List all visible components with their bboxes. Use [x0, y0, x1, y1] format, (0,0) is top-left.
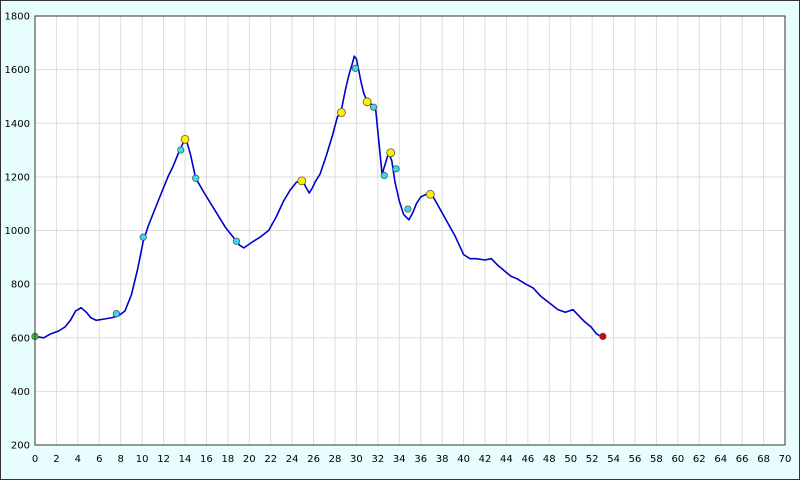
marker-yellow	[337, 108, 346, 117]
marker-cyan	[192, 174, 200, 182]
marker-cyan	[112, 310, 121, 318]
x-tick-label: 60	[671, 454, 684, 465]
marker-cyan	[369, 103, 378, 111]
x-tick-label: 54	[607, 454, 620, 465]
x-tick-label: 34	[393, 454, 406, 465]
x-tick-label: 2	[53, 454, 59, 465]
x-tick-label: 68	[757, 454, 770, 465]
marker-cyan	[380, 171, 388, 180]
x-tick-label: 46	[521, 454, 534, 465]
x-tick-label: 16	[200, 454, 213, 465]
y-tick-label: 1600	[5, 65, 30, 76]
x-tick-label: 48	[543, 454, 556, 465]
x-tick-label: 4	[75, 454, 81, 465]
x-tick-label: 56	[629, 454, 642, 465]
x-tick-label: 66	[736, 454, 749, 465]
x-tick-label: 70	[779, 454, 792, 465]
x-tick-label: 0	[32, 454, 38, 465]
x-tick-label: 36	[414, 454, 427, 465]
y-tick-label: 1200	[5, 172, 30, 183]
x-tick-label: 44	[500, 454, 513, 465]
y-tick-label: 1400	[5, 119, 30, 130]
marker-cyan	[177, 146, 185, 154]
x-tick-label: 52	[586, 454, 599, 465]
x-tick-label: 42	[479, 454, 492, 465]
x-tick-label: 22	[264, 454, 277, 465]
x-tick-label: 18	[221, 454, 234, 465]
marker-cyan	[232, 237, 241, 245]
marker-cyan	[404, 205, 412, 213]
marker-cyan	[139, 233, 147, 241]
x-tick-label: 26	[307, 454, 320, 465]
x-tick-label: 38	[436, 454, 449, 465]
x-tick-label: 28	[329, 454, 342, 465]
y-tick-label: 600	[11, 333, 30, 344]
marker-yellow	[386, 148, 396, 158]
x-tick-label: 12	[157, 454, 170, 465]
marker-yellow	[180, 134, 190, 144]
x-tick-label: 62	[693, 454, 706, 465]
x-tick-label: 58	[650, 454, 663, 465]
x-tick-label: 30	[350, 454, 363, 465]
y-tick-label: 200	[11, 441, 30, 452]
x-tick-label: 10	[136, 454, 149, 465]
y-tick-label: 400	[11, 387, 30, 398]
x-tick-label: 20	[243, 454, 256, 465]
y-tick-label: 1000	[5, 226, 30, 237]
marker-cyan	[351, 64, 359, 72]
x-tick-label: 14	[179, 454, 192, 465]
x-tick-label: 24	[286, 454, 299, 465]
x-tick-label: 64	[714, 454, 727, 465]
x-tick-label: 6	[96, 454, 102, 465]
y-tick-label: 800	[11, 280, 30, 291]
marker-yellow	[425, 189, 435, 199]
marker-end	[599, 332, 607, 341]
x-tick-label: 8	[118, 454, 124, 465]
marker-cyan	[392, 165, 400, 173]
y-tick-label: 1800	[5, 12, 30, 23]
marker-yellow	[297, 176, 307, 186]
elevation-profile-chart: 0 2 4 6 8 10 12 14 16 18 20 22 24 26 28 30 32 34 36 38 40 42 4…	[0, 0, 800, 480]
x-tick-label: 40	[457, 454, 470, 465]
x-tick-label: 50	[564, 454, 577, 465]
marker-yellow	[362, 97, 372, 107]
x-tick-label: 32	[371, 454, 384, 465]
